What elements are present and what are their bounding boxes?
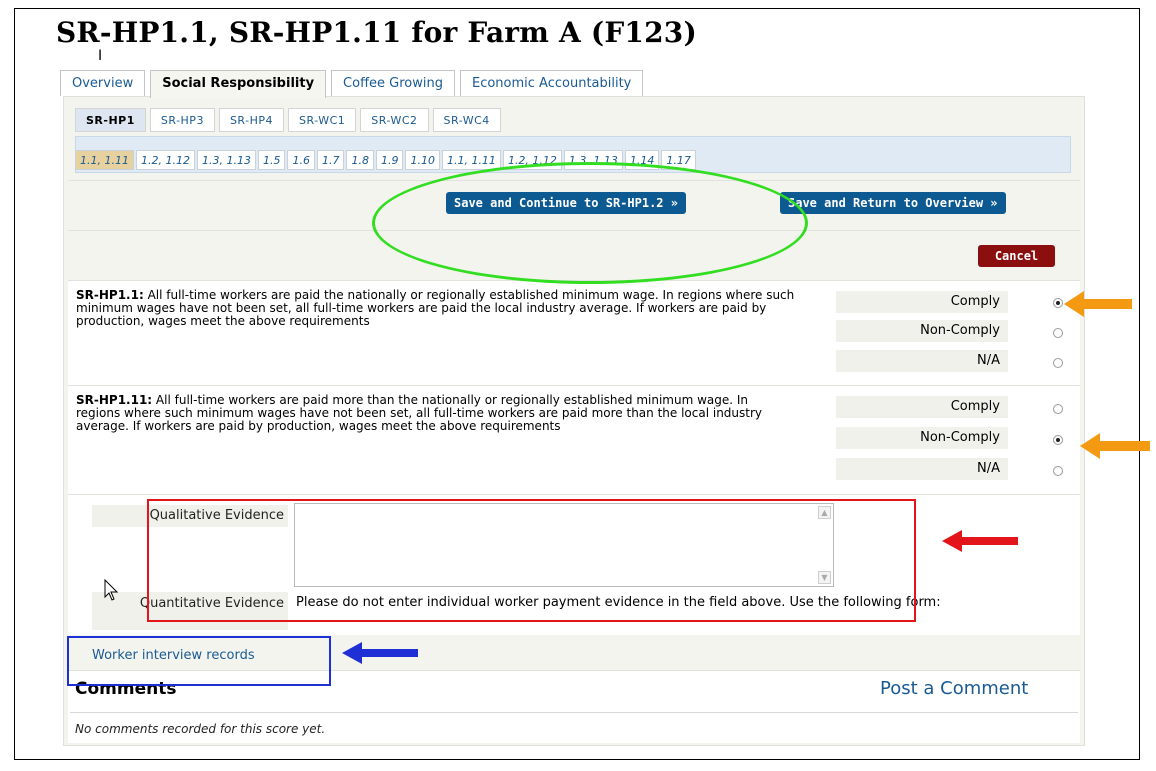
subtab-sr-hp4[interactable]: SR-HP4 — [218, 108, 285, 132]
na-radio[interactable] — [1053, 358, 1063, 368]
main-tab-bar: Overview Social Responsibility Coffee Gr… — [60, 70, 648, 98]
orange-arrow-left-icon — [1080, 433, 1150, 459]
evidence-highlight-box — [147, 499, 916, 622]
option-non-comply: Non-Comply — [836, 320, 1008, 342]
subtab-sr-wc1[interactable]: SR-WC1 — [288, 108, 357, 132]
criterion-text: SR-HP1.11: All full-time workers are pai… — [76, 394, 796, 433]
indicator-tab[interactable]: 1.10 — [405, 150, 440, 170]
option-non-comply: Non-Comply — [836, 427, 1008, 449]
subtab-sr-wc4[interactable]: SR-WC4 — [432, 108, 501, 132]
worker-link-highlight-box — [67, 636, 331, 686]
highlight-ellipse — [372, 162, 808, 284]
orange-arrow-left-icon — [1064, 291, 1132, 317]
subtab-sr-wc2[interactable]: SR-WC2 — [360, 108, 429, 132]
indicator-tab[interactable]: 1.2, 1.12 — [135, 150, 195, 170]
text-cursor-icon: I — [98, 48, 103, 64]
criterion-sr-hp1-1: SR-HP1.1: All full-time workers are paid… — [68, 280, 1080, 385]
criterion-code: SR-HP1.1: — [76, 288, 144, 302]
criterion-sr-hp1-11: SR-HP1.11: All full-time workers are pai… — [68, 385, 1080, 494]
criterion-description: All full-time workers are paid the natio… — [76, 288, 795, 328]
mouse-pointer-icon — [104, 579, 119, 601]
post-comment-link[interactable]: Post a Comment — [880, 678, 1028, 699]
comments-divider — [70, 712, 1078, 713]
non-comply-radio[interactable] — [1053, 328, 1063, 338]
tab-overview[interactable]: Overview — [60, 70, 146, 96]
blue-arrow-left-icon — [342, 642, 418, 664]
na-radio[interactable] — [1053, 466, 1063, 476]
indicator-tab[interactable]: 1.6 — [287, 150, 315, 170]
option-comply: Comply — [836, 396, 1008, 418]
indicator-tab[interactable]: 1.7 — [316, 150, 345, 170]
tab-social-responsibility[interactable]: Social Responsibility — [150, 70, 327, 98]
cancel-button[interactable]: Cancel — [978, 245, 1055, 267]
page-title: SR-HP1.1, SR-HP1.11 for Farm A (F123) — [56, 16, 697, 49]
option-na: N/A — [836, 458, 1008, 480]
subtab-sr-hp1[interactable]: SR-HP1 — [75, 108, 146, 132]
non-comply-radio[interactable] — [1053, 435, 1063, 445]
indicator-tab[interactable]: 1.9 — [375, 150, 404, 170]
no-comments-text: No comments recorded for this score yet. — [75, 722, 326, 736]
tab-coffee-growing[interactable]: Coffee Growing — [331, 70, 455, 96]
criterion-description: All full-time workers are paid more than… — [76, 393, 763, 433]
option-na: N/A — [836, 350, 1008, 372]
sub-tab-bar: SR-HP1 SR-HP3 SR-HP4 SR-WC1 SR-WC2 SR-WC… — [75, 108, 505, 132]
subtab-sr-hp3[interactable]: SR-HP3 — [149, 108, 215, 132]
indicator-tab[interactable]: 1.1, 1.11 — [441, 150, 501, 170]
indicator-tab[interactable]: 1.8 — [346, 150, 374, 170]
indicator-tab[interactable]: 1.3, 1.13 — [196, 150, 256, 170]
comply-radio[interactable] — [1053, 404, 1063, 414]
indicator-tab[interactable]: 1.1, 1.11 — [75, 150, 134, 170]
red-arrow-left-icon — [942, 530, 1018, 552]
indicator-tab[interactable]: 1.5 — [257, 150, 286, 170]
comply-radio[interactable] — [1053, 298, 1063, 308]
save-return-button[interactable]: Save and Return to Overview » — [780, 192, 1006, 214]
tab-economic-accountability[interactable]: Economic Accountability — [459, 70, 644, 96]
criterion-text: SR-HP1.1: All full-time workers are paid… — [76, 289, 796, 328]
criterion-code: SR-HP1.11: — [76, 393, 153, 407]
option-comply: Comply — [836, 291, 1008, 313]
